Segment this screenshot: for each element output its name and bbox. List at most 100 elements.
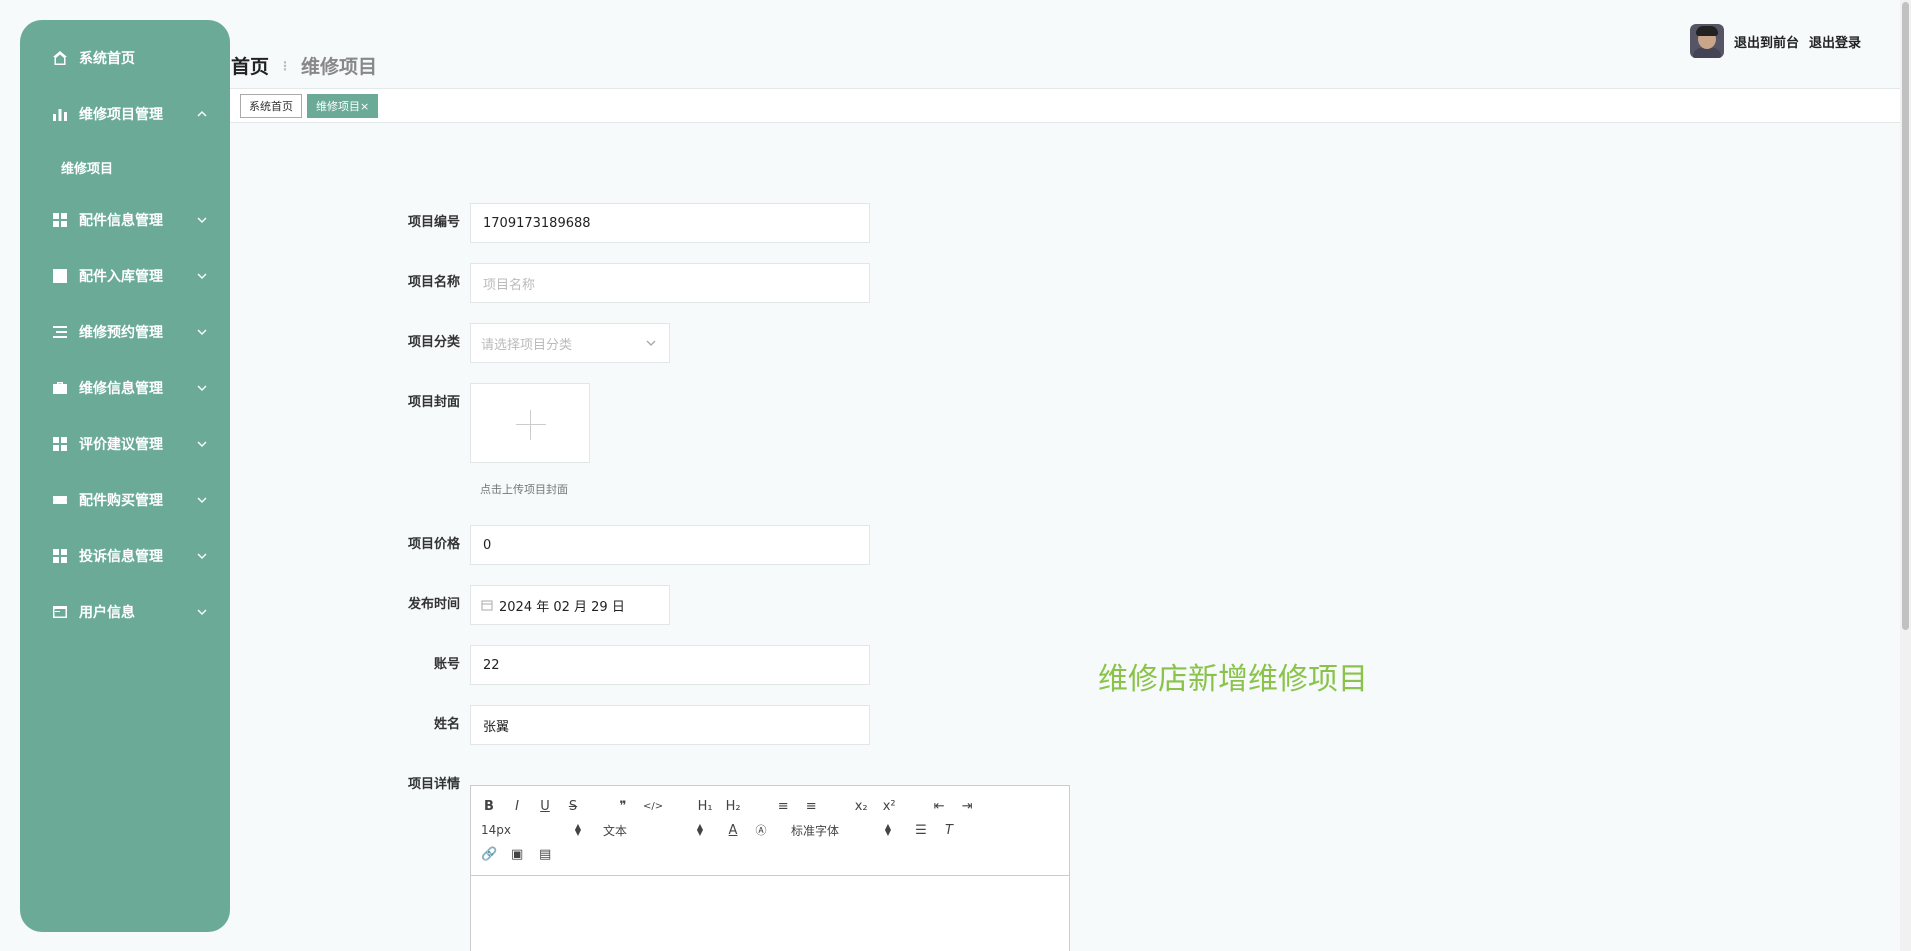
font-size-select[interactable]: 14px ▲ ▼ bbox=[481, 822, 581, 838]
link-icon[interactable]: 🔗 bbox=[481, 847, 497, 862]
grid-icon bbox=[51, 211, 69, 229]
project-price-input[interactable]: 0 bbox=[470, 525, 870, 565]
project-code-input[interactable]: 1709173189688 bbox=[470, 203, 870, 243]
sidebar-item-label: 维修预约管理 bbox=[79, 325, 163, 341]
ticket-icon bbox=[51, 491, 69, 509]
sidebar-item-label: 配件入库管理 bbox=[79, 269, 163, 285]
select-arrows-icon: ▲ ▼ bbox=[884, 822, 891, 837]
field-label: 项目价格 bbox=[407, 537, 460, 552]
strike-button[interactable]: S bbox=[565, 799, 581, 814]
form-row-cover: 项目封面 bbox=[400, 383, 590, 463]
date-value: 2024 年 02 月 29 日 bbox=[499, 599, 625, 615]
code-button[interactable]: </> bbox=[643, 801, 663, 812]
scrollbar-thumb[interactable] bbox=[1902, 2, 1909, 630]
h1-button[interactable]: H₁ bbox=[697, 799, 713, 814]
background-color-icon[interactable]: Ⓐ bbox=[753, 822, 769, 838]
image-icon[interactable]: ▣ bbox=[509, 847, 525, 862]
video-icon[interactable]: ▤ bbox=[537, 847, 553, 862]
tab-home[interactable]: 系统首页 bbox=[240, 93, 302, 118]
sidebar: 系统首页 维修项目管理 维修项目 配件信息管理 配件入库管理 维修预约管理 维修… bbox=[20, 20, 230, 932]
sidebar-item-feedback[interactable]: 评价建议管理 bbox=[20, 416, 230, 472]
account-input[interactable]: 22 bbox=[470, 645, 870, 685]
indent-button[interactable]: ⇥ bbox=[959, 799, 975, 814]
editor-content[interactable] bbox=[471, 876, 1069, 951]
breadcrumb-current: 维修项目 bbox=[301, 56, 378, 78]
quote-button[interactable]: ❞ bbox=[615, 799, 631, 814]
grid-icon bbox=[51, 547, 69, 565]
align-icon[interactable]: ☰ bbox=[913, 823, 929, 838]
sidebar-item-complaints[interactable]: 投诉信息管理 bbox=[20, 528, 230, 584]
home-icon bbox=[51, 49, 69, 67]
chevron-down-icon bbox=[196, 606, 208, 618]
sidebar-item-label: 评价建议管理 bbox=[79, 437, 163, 453]
sidebar-item-parts-purchase[interactable]: 配件购买管理 bbox=[20, 472, 230, 528]
font-family-select[interactable]: 标准字体 ▲ ▼ bbox=[791, 822, 891, 839]
chevron-down-icon bbox=[196, 270, 208, 282]
sidebar-item-parts-stock[interactable]: 配件入库管理 bbox=[20, 248, 230, 304]
ordered-list-button[interactable]: ≡ bbox=[775, 799, 791, 814]
project-category-select[interactable]: 请选择项目分类 bbox=[470, 323, 670, 363]
field-label: 发布时间 bbox=[407, 597, 460, 612]
breadcrumb-separator: ⋮ bbox=[279, 58, 292, 73]
sidebar-subitem-repair-project[interactable]: 维修项目 bbox=[20, 142, 230, 192]
outdent-button[interactable]: ⇤ bbox=[931, 799, 947, 814]
superscript-button[interactable]: x² bbox=[881, 799, 897, 814]
form-row-price: 项目价格 0 bbox=[400, 525, 870, 565]
select-arrows-icon: ▲ ▼ bbox=[696, 822, 703, 837]
bullet-list-button[interactable]: ≡ bbox=[803, 799, 819, 814]
person-name-input[interactable]: 张翼 bbox=[470, 705, 870, 745]
chevron-down-icon bbox=[196, 494, 208, 506]
publish-date-input[interactable]: 2024 年 02 月 29 日 bbox=[470, 585, 670, 625]
caption-overlay: 维修店新增维修项目 bbox=[1098, 662, 1368, 697]
calendar-icon bbox=[481, 599, 493, 611]
trend-icon bbox=[51, 267, 69, 285]
tab-repair-project[interactable]: 维修项目× bbox=[307, 93, 379, 118]
field-label: 项目名称 bbox=[407, 275, 460, 290]
briefcase-icon bbox=[51, 379, 69, 397]
sidebar-item-label: 配件购买管理 bbox=[79, 493, 163, 509]
upload-tip: 点击上传项目封面 bbox=[480, 483, 568, 496]
font-color-icon[interactable]: A bbox=[725, 823, 741, 838]
subscript-button[interactable]: x₂ bbox=[853, 799, 869, 814]
form-row-account: 账号 22 bbox=[400, 645, 870, 685]
sidebar-item-repair-booking[interactable]: 维修预约管理 bbox=[20, 304, 230, 360]
form-row-publish: 发布时间 2024 年 02 月 29 日 bbox=[400, 585, 670, 625]
cover-upload[interactable] bbox=[470, 383, 590, 463]
chevron-down-icon bbox=[196, 214, 208, 226]
clear-format-icon[interactable]: T bbox=[941, 823, 957, 838]
page-scrollbar[interactable] bbox=[1900, 0, 1911, 951]
select-arrows-icon: ▲ ▼ bbox=[574, 822, 581, 837]
sidebar-item-repair-info[interactable]: 维修信息管理 bbox=[20, 360, 230, 416]
h2-button[interactable]: H₂ bbox=[725, 799, 741, 814]
avatar[interactable] bbox=[1689, 24, 1724, 58]
format-select[interactable]: 文本 ▲ ▼ bbox=[603, 822, 703, 839]
field-label: 账号 bbox=[433, 657, 460, 672]
underline-button[interactable]: U bbox=[537, 799, 553, 814]
chevron-down-icon bbox=[196, 382, 208, 394]
sidebar-item-repair-project-management[interactable]: 维修项目管理 bbox=[20, 86, 230, 142]
italic-button[interactable]: I bbox=[509, 799, 525, 814]
field-label: 姓名 bbox=[433, 717, 460, 732]
sidebar-item-label: 维修项目管理 bbox=[79, 107, 163, 123]
font-size-value: 14px bbox=[481, 823, 511, 837]
sidebar-item-home[interactable]: 系统首页 bbox=[20, 30, 230, 86]
sidebar-item-parts-info[interactable]: 配件信息管理 bbox=[20, 192, 230, 248]
bar-chart-icon bbox=[51, 105, 69, 123]
breadcrumb-home[interactable]: 首页 bbox=[231, 52, 269, 79]
field-label: 项目详情 bbox=[407, 777, 460, 792]
bold-button[interactable]: B bbox=[481, 799, 497, 814]
field-label: 项目分类 bbox=[407, 335, 460, 350]
sidebar-item-label: 系统首页 bbox=[79, 51, 135, 67]
user-area: 退出到前台 退出登录 bbox=[1689, 24, 1861, 58]
chevron-down-icon bbox=[196, 550, 208, 562]
logout-link[interactable]: 退出登录 bbox=[1809, 32, 1861, 51]
sidebar-item-user-info[interactable]: 用户信息 bbox=[20, 584, 230, 640]
select-placeholder: 请选择项目分类 bbox=[481, 337, 573, 353]
back-to-frontend-link[interactable]: 退出到前台 bbox=[1734, 32, 1799, 51]
sidebar-item-label: 配件信息管理 bbox=[79, 213, 163, 229]
form-row-category: 项目分类 请选择项目分类 bbox=[400, 323, 670, 363]
rich-text-editor: B I U S ❞ </> H₁ H₂ ≡ ≡ x₂ x² ⇤ ⇥ 14px ▲… bbox=[470, 785, 1070, 951]
tab-bar: 系统首页 维修项目× bbox=[230, 88, 1902, 123]
form-row-code: 项目编号 1709173189688 bbox=[400, 203, 870, 243]
project-name-input[interactable]: 项目名称 bbox=[470, 263, 870, 303]
